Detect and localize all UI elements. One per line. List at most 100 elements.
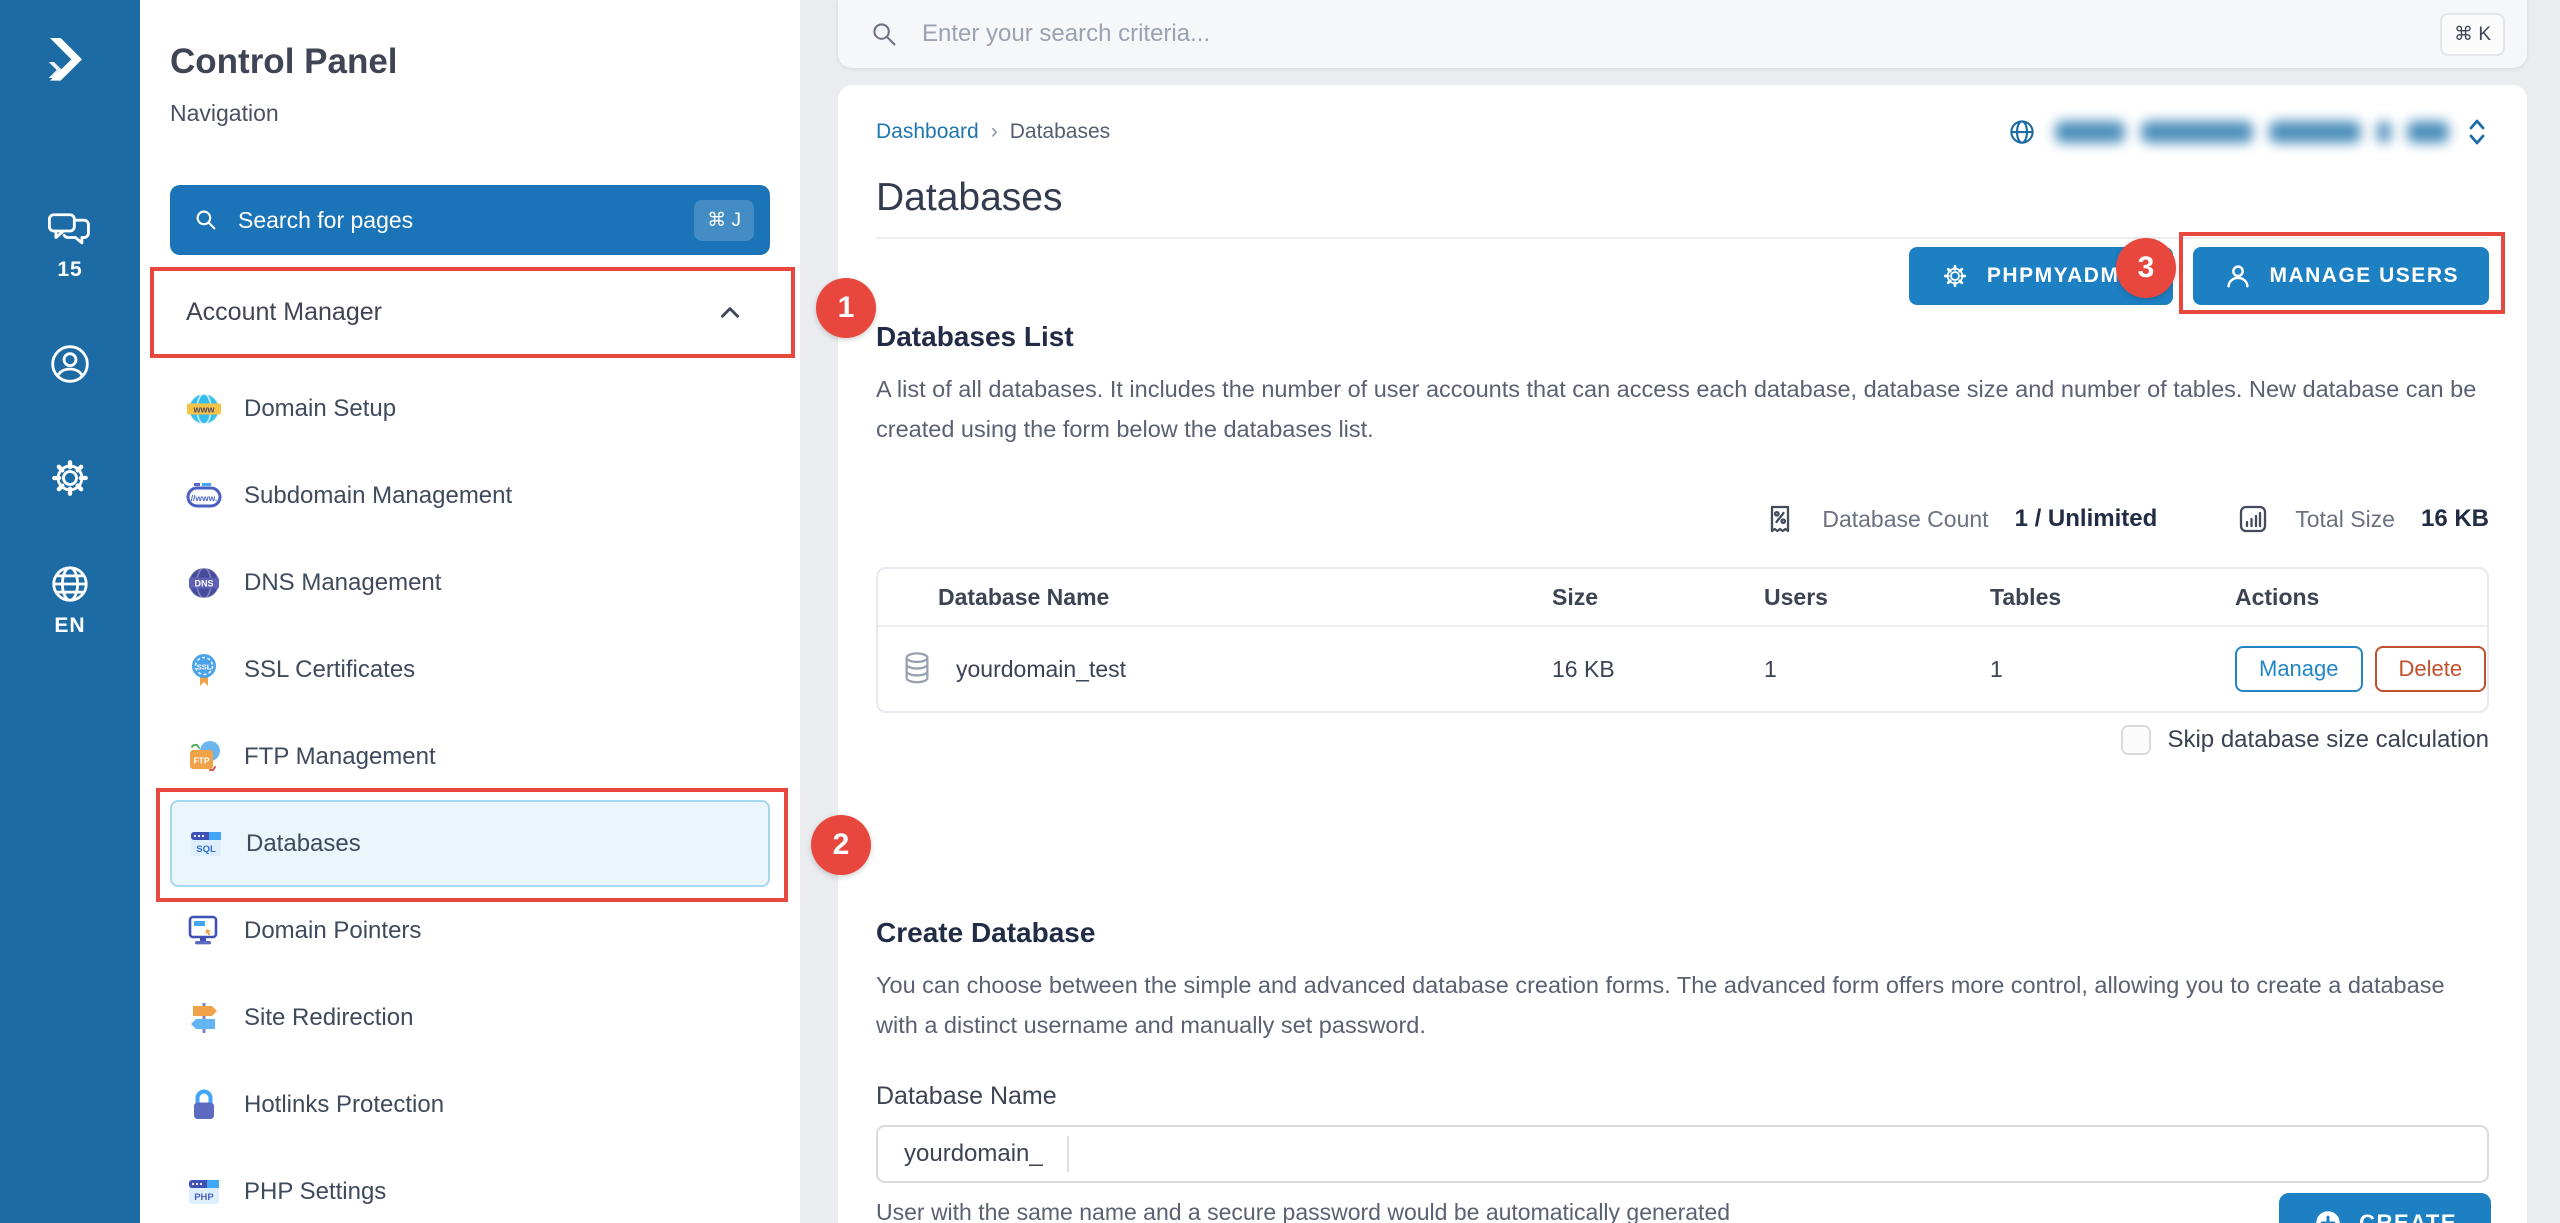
create-database-heading: Create Database	[876, 917, 1096, 948]
total-size-label: Total Size	[2295, 505, 2395, 532]
database-count-label: Database Count	[1822, 505, 1989, 532]
database-name-input[interactable]: yourdomain_	[876, 1125, 2489, 1183]
create-button[interactable]: CREATE	[2279, 1193, 2491, 1223]
redacted-domain-text	[2055, 121, 2125, 143]
svg-text:DNS: DNS	[194, 578, 213, 588]
sidebar-item-subdomain-management[interactable]: //www. Subdomain Management	[170, 452, 770, 539]
delete-button[interactable]: Delete	[2374, 646, 2487, 692]
databases-page: { "rail": { "messages_badge": "15", "lan…	[0, 0, 2560, 1223]
nav-subtitle: Navigation	[170, 100, 279, 126]
ssl-icon: SSL	[186, 652, 222, 688]
sidebar-item-label: Site Redirection	[244, 1003, 414, 1031]
search-pages-shortcut: ⌘ J	[694, 199, 754, 241]
sidebar-item-databases[interactable]: SQL Databases	[170, 800, 770, 887]
sidebar-item-label: Hotlinks Protection	[244, 1090, 445, 1118]
nav-group-account-manager[interactable]: Account Manager	[154, 271, 791, 354]
breadcrumb-separator: ›	[990, 120, 998, 143]
database-name: yourdomain_test	[956, 655, 1127, 682]
sidebar-item-label: Databases	[246, 829, 361, 857]
svg-text:SQL: SQL	[196, 844, 216, 855]
globe-icon	[2005, 115, 2039, 149]
database-stats: Database Count 1 / Unlimited Total Size …	[876, 499, 2489, 539]
domain-pointers-icon	[186, 913, 222, 949]
breadcrumb: Dashboard › Databases	[876, 120, 1110, 144]
redacted-domain-text	[2141, 121, 2253, 143]
messages-badge: 15	[57, 258, 83, 281]
svg-text://www.: //www.	[191, 493, 218, 503]
database-name-helper: User with the same name and a secure pas…	[876, 1199, 1731, 1223]
database-cylinder-icon	[900, 650, 934, 688]
messages-icon[interactable]	[44, 205, 96, 257]
search-icon	[868, 18, 900, 50]
sidebar-item-hotlinks-protection[interactable]: Hotlinks Protection	[170, 1061, 770, 1148]
databases-list-description: A list of all databases. It includes the…	[876, 376, 2477, 442]
database-users: 1	[1764, 655, 1777, 682]
sidebar-item-label: Domain Pointers	[244, 916, 422, 944]
domain-selector[interactable]	[2005, 115, 2489, 149]
annotation-circle-2: 2	[811, 815, 871, 875]
breadcrumb-dashboard-link[interactable]: Dashboard	[876, 120, 979, 144]
annotation-circle-3: 3	[2116, 238, 2176, 298]
table-row: yourdomain_test 16 KB 1 1 Manage Delete	[878, 627, 2487, 711]
global-search-bar: ⌘ K	[838, 0, 2527, 68]
sidebar-item-label: DNS Management	[244, 568, 442, 596]
brand-logo[interactable]	[38, 26, 102, 90]
database-count-value: 1 / Unlimited	[2014, 505, 2158, 532]
sidebar-item-site-redirection[interactable]: Site Redirection	[170, 974, 770, 1061]
sidebar-item-label: FTP Management	[244, 742, 436, 770]
databases-list-heading: Databases List	[876, 321, 1074, 352]
language-globe-icon[interactable]	[44, 558, 96, 610]
app-rail: 15 EN	[0, 0, 140, 1223]
sidebar-item-label: SSL Certificates	[244, 655, 416, 683]
table-header-row: Database Name Size Users Tables Actions	[878, 569, 2487, 627]
chevron-up-icon	[717, 300, 743, 326]
domain-setup-icon: www	[186, 391, 222, 427]
nav-menu: www Domain Setup //www. Subdomain Manage…	[170, 365, 770, 1223]
search-pages-button[interactable]: Search for pages ⌘ J	[170, 185, 770, 255]
col-database-name: Database Name	[938, 583, 1110, 610]
database-tables: 1	[1990, 655, 2003, 682]
skip-size-label: Skip database size calculation	[2167, 726, 2489, 753]
settings-gear-icon[interactable]	[44, 452, 96, 504]
account-icon[interactable]	[44, 338, 96, 390]
svg-text:FTP: FTP	[193, 755, 209, 765]
svg-text:SSL: SSL	[197, 662, 212, 671]
create-label: CREATE	[2359, 1210, 2457, 1223]
redacted-domain-text	[2377, 121, 2391, 143]
sidebar-item-label: PHP Settings	[244, 1177, 387, 1205]
skip-size-checkbox[interactable]	[2121, 725, 2152, 755]
account-manager-label: Account Manager	[186, 298, 382, 326]
global-search-input[interactable]	[922, 20, 2441, 48]
user-icon	[2223, 261, 2253, 291]
col-tables: Tables	[1990, 583, 2062, 610]
php-settings-icon: PHP	[186, 1174, 222, 1210]
sidebar-item-dns-management[interactable]: DNS DNS Management	[170, 539, 770, 626]
sidebar-item-domain-pointers[interactable]: Domain Pointers	[170, 887, 770, 974]
dns-icon: DNS	[186, 565, 222, 601]
col-actions: Actions	[2235, 583, 2320, 610]
gear-icon	[1939, 260, 1971, 292]
database-name-prefix: yourdomain_	[904, 1140, 1043, 1167]
sort-chevrons-icon	[2465, 117, 2489, 147]
plus-circle-icon	[2313, 1208, 2343, 1223]
global-search-shortcut: ⌘ K	[2440, 12, 2505, 56]
title-divider	[876, 237, 2489, 239]
sidebar-item-domain-setup[interactable]: www Domain Setup	[170, 365, 770, 452]
create-database-description: You can choose between the simple and ad…	[876, 972, 2445, 1038]
navigation-panel: Control Panel Navigation Search for page…	[140, 0, 800, 1223]
main-content-card: Dashboard › Databases Databases PHPMYADM…	[838, 85, 2527, 1223]
search-icon	[192, 206, 220, 234]
col-users: Users	[1764, 583, 1828, 610]
sidebar-item-ftp-management[interactable]: FTP FTP Management	[170, 713, 770, 800]
manage-button[interactable]: Manage	[2235, 646, 2363, 692]
manage-users-button[interactable]: MANAGE USERS	[2193, 247, 2489, 305]
sidebar-item-ssl-certificates[interactable]: SSL SSL Certificates	[170, 626, 770, 713]
annotation-circle-1: 1	[816, 278, 876, 338]
sidebar-item-php-settings[interactable]: PHP PHP Settings	[170, 1148, 770, 1223]
redacted-domain-text	[2407, 121, 2449, 143]
col-size: Size	[1552, 583, 1599, 610]
subdomain-icon: //www.	[186, 478, 222, 514]
database-size: 16 KB	[1552, 655, 1615, 682]
databases-sql-icon: SQL	[188, 826, 224, 862]
ftp-icon: FTP	[186, 739, 222, 775]
